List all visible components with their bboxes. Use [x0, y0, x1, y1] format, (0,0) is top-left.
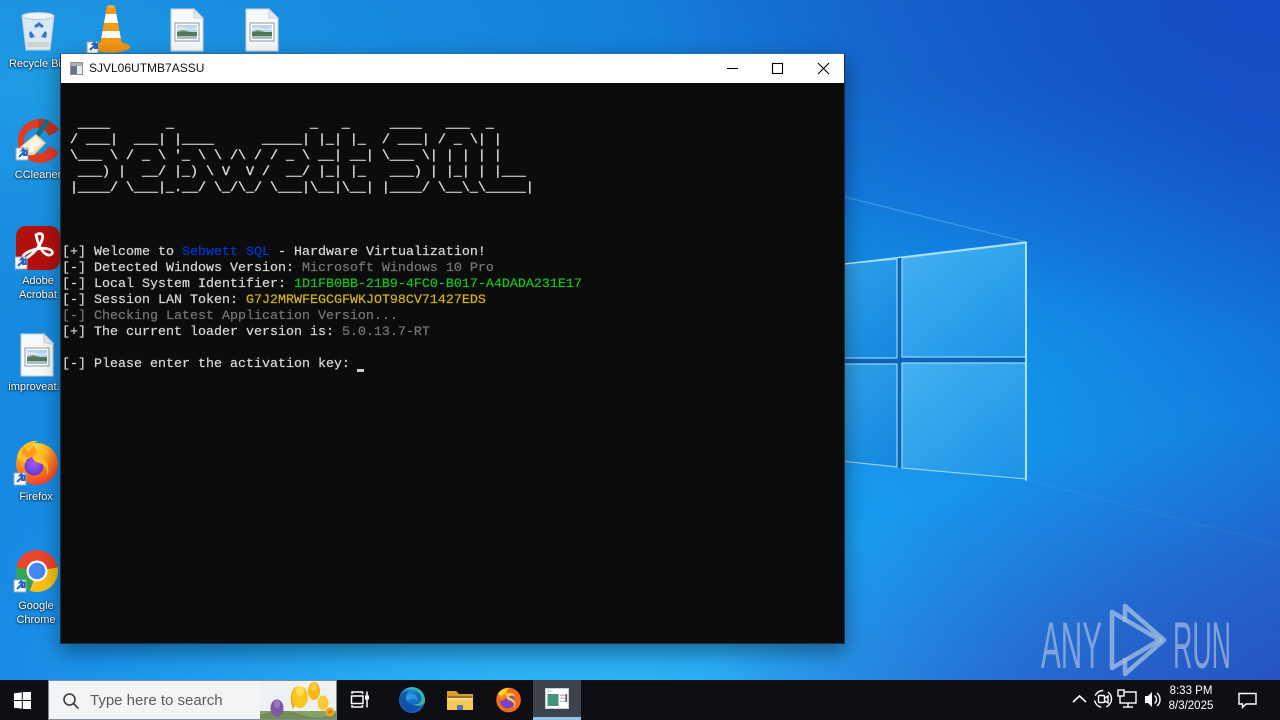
svg-text:ANY: ANY: [1041, 608, 1102, 680]
svg-text:RUN: RUN: [1173, 608, 1231, 680]
